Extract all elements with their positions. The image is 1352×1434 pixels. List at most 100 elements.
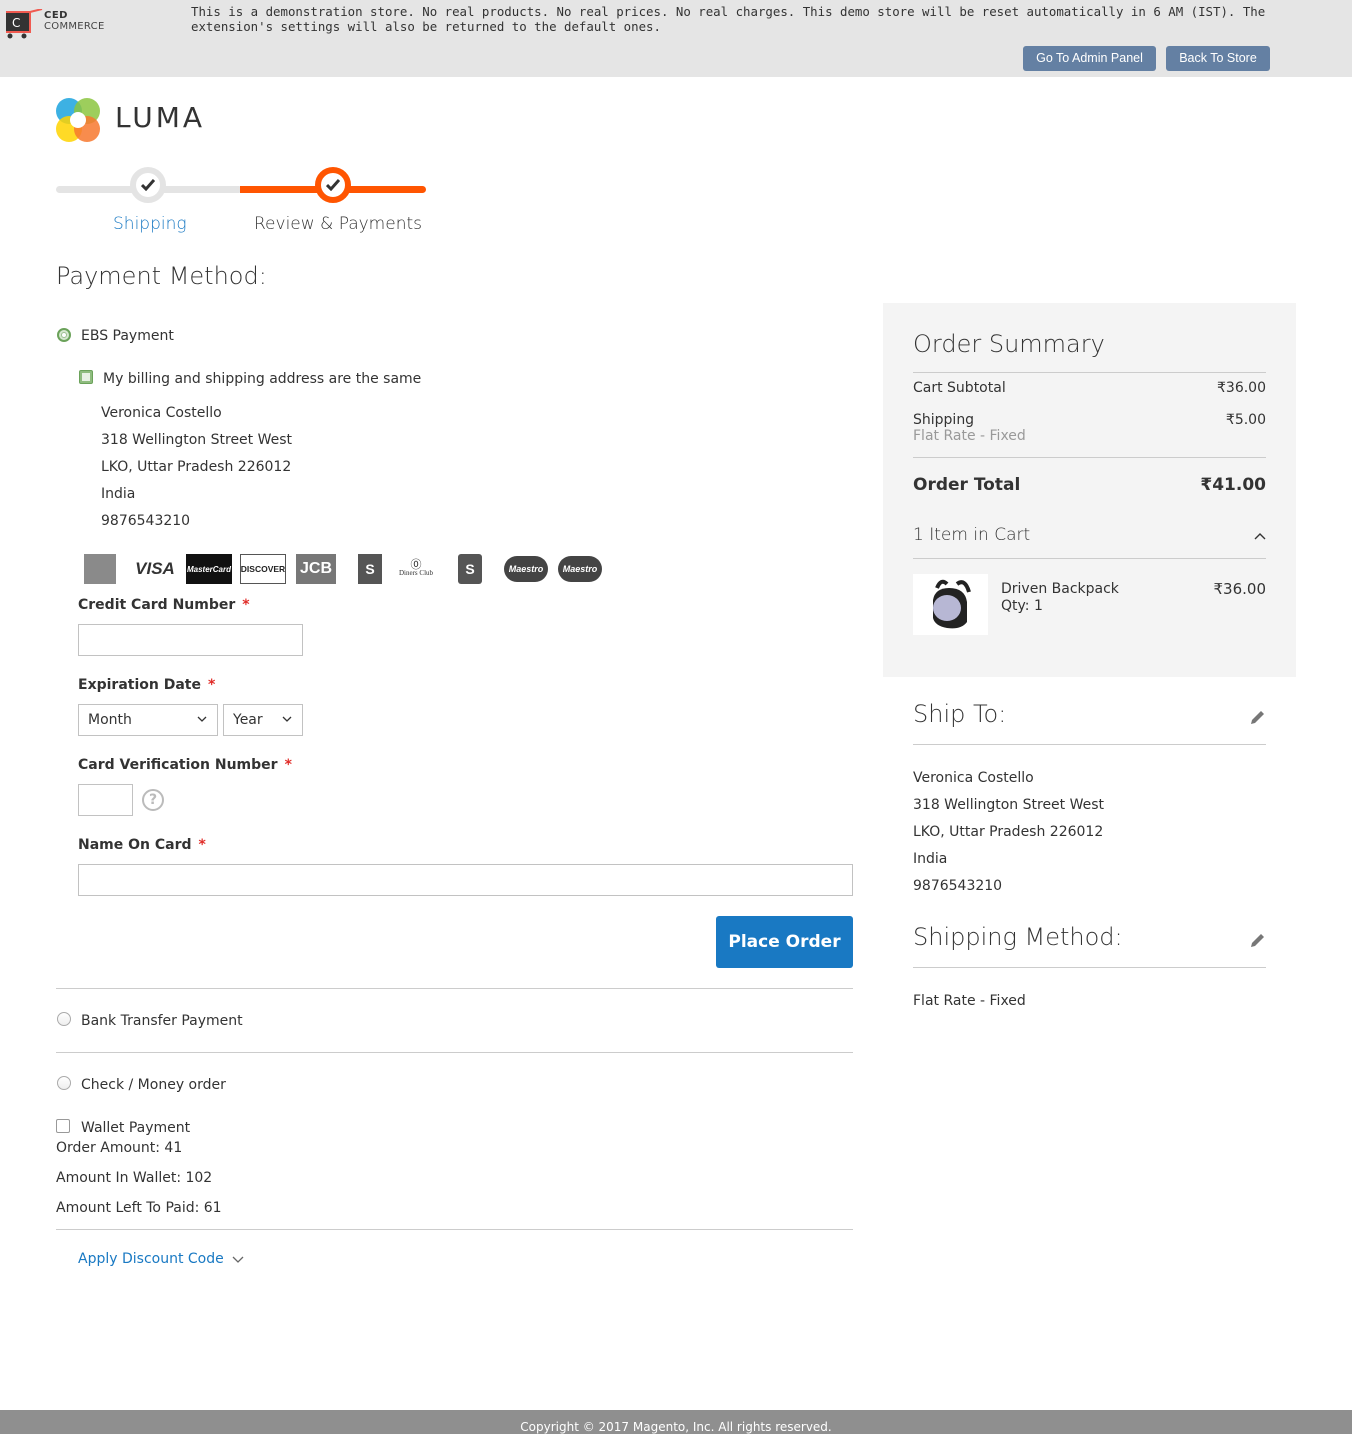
same-address-checkbox[interactable] <box>79 370 93 384</box>
items-in-cart-toggle[interactable]: 1 Item in Cart <box>913 525 1030 545</box>
ship-to-city: LKO, Uttar Pradesh 226012 <box>913 824 1104 840</box>
shipping-value: ₹5.00 <box>1225 412 1266 428</box>
cedcommerce-logo: C CED COMMERCE <box>4 7 114 41</box>
card-type-logos: VISA MasterCard DISCOVER JCB S ⓪ Diners C… <box>84 554 602 584</box>
product-price: ₹36.00 <box>1213 580 1267 598</box>
chevron-down-icon <box>282 716 292 722</box>
step-shipping-dot[interactable] <box>130 167 166 203</box>
brand-line2: COMMERCE <box>44 21 105 32</box>
amex-icon <box>84 554 116 584</box>
cvv-help-icon[interactable]: ? <box>142 789 164 811</box>
bank-transfer-radio[interactable] <box>57 1012 71 1026</box>
chevron-down-icon <box>232 1256 244 1263</box>
demo-message: This is a demonstration store. No real p… <box>191 4 1266 34</box>
check-money-order-label[interactable]: Check / Money order <box>81 1077 226 1093</box>
edit-pencil-icon[interactable] <box>1248 932 1266 950</box>
product-name: Driven Backpack <box>1001 581 1119 597</box>
billing-street: 318 Wellington Street West <box>101 432 293 448</box>
cart-logo-icon: C <box>6 9 43 39</box>
divider <box>913 967 1266 968</box>
year-value: Year <box>233 712 263 728</box>
divider <box>913 744 1266 745</box>
expiration-month-select[interactable]: Month <box>78 704 218 736</box>
divider <box>56 1229 853 1230</box>
divider <box>56 988 853 989</box>
wallet-payment-label[interactable]: Wallet Payment <box>81 1120 190 1136</box>
copyright: Copyright © 2017 Magento, Inc. All right… <box>520 1420 832 1434</box>
product-thumbnail <box>913 574 988 635</box>
check-icon <box>326 179 340 191</box>
svg-text:C: C <box>12 16 20 30</box>
ship-to-phone: 9876543210 <box>913 878 1003 894</box>
apply-discount-toggle[interactable]: Apply Discount Code <box>78 1251 244 1267</box>
order-summary: Order Summary Cart Subtotal ₹36.00 Shipp… <box>883 303 1296 677</box>
maestro-icon: Maestro <box>558 556 602 582</box>
name-on-card-input[interactable] <box>78 864 853 896</box>
check-icon <box>141 179 155 191</box>
step-review-dot <box>315 167 351 203</box>
go-to-admin-button[interactable]: Go To Admin Panel <box>1023 46 1156 71</box>
jcb-icon: JCB <box>296 554 336 584</box>
mastercard-icon: MasterCard <box>186 554 232 584</box>
payment-method-title: Payment Method: <box>56 262 267 290</box>
step-review-label: Review & Payments <box>254 214 422 234</box>
billing-country: India <box>101 486 136 502</box>
order-total-value: ₹41.00 <box>1200 475 1266 495</box>
expiration-label: Expiration Date * <box>78 677 216 693</box>
visa-icon: VISA <box>135 559 175 578</box>
luma-wordmark: LUMA <box>115 101 206 134</box>
solo-icon: S <box>458 554 482 584</box>
expiration-year-select[interactable]: Year <box>223 704 303 736</box>
ship-to-title: Ship To: <box>913 700 1007 728</box>
ship-to-street: 318 Wellington Street West <box>913 797 1105 813</box>
order-total-label: Order Total <box>913 475 1021 495</box>
name-on-card-label: Name On Card * <box>78 837 206 853</box>
luma-mark-icon <box>56 98 100 142</box>
month-value: Month <box>88 712 132 728</box>
ship-to-name: Veronica Costello <box>913 770 1034 786</box>
checkout-progress: Shipping Review & Payments <box>56 166 426 246</box>
cvv-input[interactable] <box>78 784 133 816</box>
ship-to-country: India <box>913 851 948 867</box>
bank-transfer-label[interactable]: Bank Transfer Payment <box>81 1013 243 1029</box>
divider <box>56 1052 853 1053</box>
same-address-label[interactable]: My billing and shipping address are the … <box>103 371 421 387</box>
wallet-amount-in-wallet: Amount In Wallet: 102 <box>56 1170 213 1186</box>
brand-line1: CED <box>44 10 68 21</box>
diners-club-icon: ⓪ Diners Club <box>398 559 434 578</box>
product-qty: Qty: 1 <box>1001 598 1043 614</box>
billing-name: Veronica Costello <box>101 405 222 421</box>
divider <box>913 372 1266 373</box>
cc-number-label: Credit Card Number * <box>78 597 250 613</box>
shipping-method-value: Flat Rate - Fixed <box>913 993 1026 1009</box>
shipping-method-title: Shipping Method: <box>913 923 1123 951</box>
billing-city: LKO, Uttar Pradesh 226012 <box>101 459 292 475</box>
wallet-payment-checkbox[interactable] <box>56 1119 70 1133</box>
maestro-icon: Maestro <box>504 556 548 582</box>
divider <box>913 457 1266 458</box>
divider <box>913 558 1266 559</box>
ebs-payment-label[interactable]: EBS Payment <box>81 328 174 344</box>
demo-banner: C CED COMMERCE This is a demonstration s… <box>0 0 1352 77</box>
ebs-payment-radio[interactable] <box>57 328 71 342</box>
step-shipping-label[interactable]: Shipping <box>113 214 187 234</box>
wallet-order-amount: Order Amount: 41 <box>56 1140 183 1156</box>
check-money-order-radio[interactable] <box>57 1076 71 1090</box>
shipping-row: Shipping ₹5.00 Flat Rate - Fixed <box>913 412 1266 444</box>
cart-subtotal-row: Cart Subtotal ₹36.00 <box>913 380 1266 396</box>
shipping-method-sub: Flat Rate - Fixed <box>913 428 1026 444</box>
billing-phone: 9876543210 <box>101 513 191 529</box>
wallet-amount-left: Amount Left To Paid: 61 <box>56 1200 222 1216</box>
chevron-up-icon[interactable] <box>1254 532 1266 540</box>
cc-number-input[interactable] <box>78 624 303 656</box>
cart-subtotal-value: ₹36.00 <box>1217 380 1266 396</box>
apply-discount-label[interactable]: Apply Discount Code <box>78 1251 224 1267</box>
edit-pencil-icon[interactable] <box>1248 709 1266 727</box>
shipping-label: Shipping <box>913 412 975 428</box>
footer: Copyright © 2017 Magento, Inc. All right… <box>0 1410 1352 1434</box>
backpack-icon <box>933 579 971 629</box>
place-order-button[interactable]: Place Order <box>716 916 853 968</box>
back-to-store-button[interactable]: Back To Store <box>1166 46 1270 71</box>
order-total-row: Order Total ₹41.00 <box>913 475 1266 495</box>
order-summary-title: Order Summary <box>913 330 1105 358</box>
